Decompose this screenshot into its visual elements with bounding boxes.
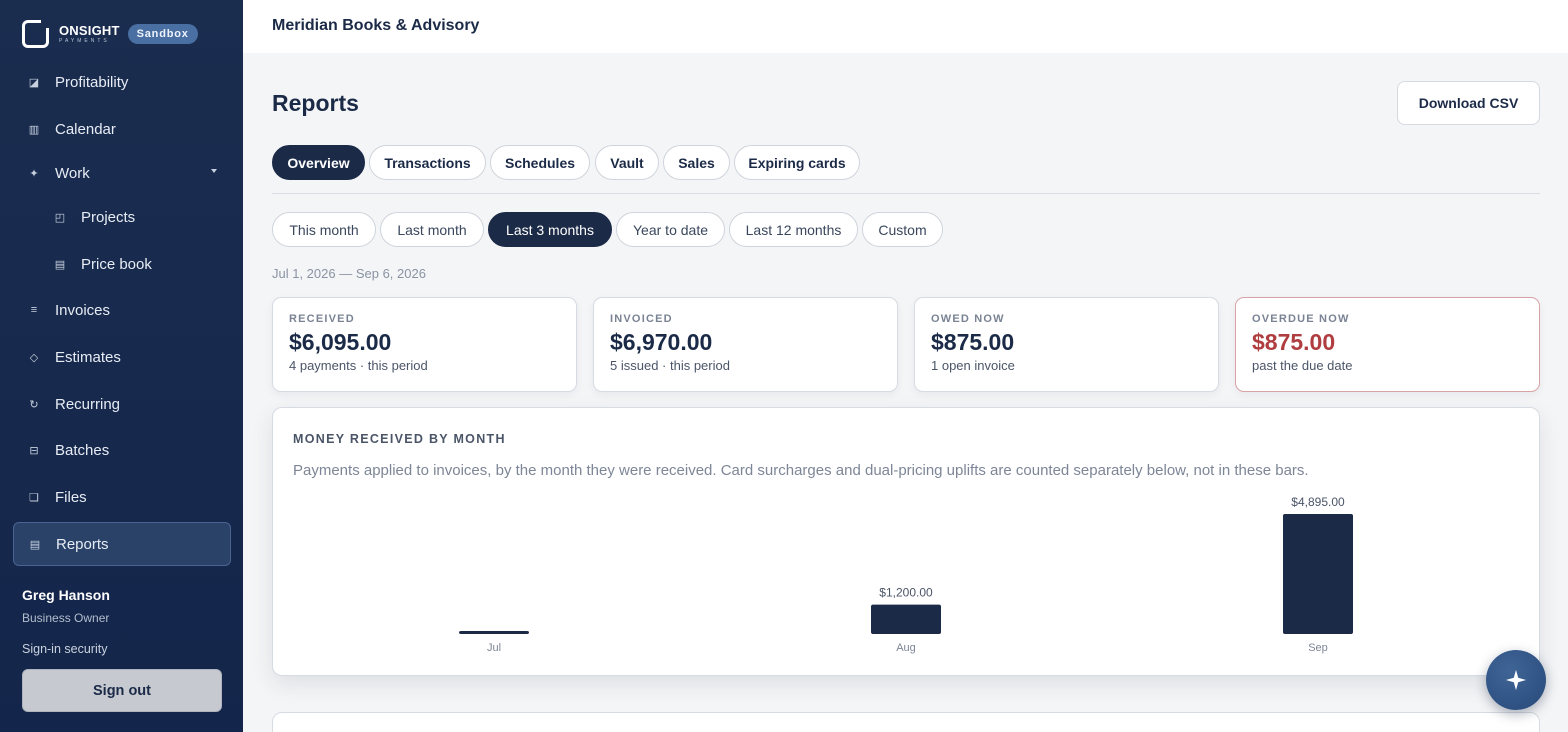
top-bar: Meridian Books & Advisory [243, 0, 1568, 53]
sidebar-item-profitability[interactable]: ◪ Profitability [13, 60, 231, 104]
estimates-icon: ◇ [29, 351, 39, 364]
bar-jul [459, 631, 529, 634]
sidebar-item-work[interactable]: ✦ Work [13, 151, 231, 195]
sidebar-item-label: Projects [81, 208, 136, 226]
sidebar-item-label: Estimates [55, 348, 121, 366]
onsight-logo-icon [22, 20, 49, 48]
sparkle-icon: ✦ [29, 167, 39, 180]
sidebar-item-label: Price book [81, 255, 152, 273]
organization-name: Meridian Books & Advisory [272, 17, 480, 34]
sidebar-item-estimates[interactable]: ◇ Estimates [13, 335, 231, 379]
card-note: 5 issued · this period [610, 358, 730, 373]
chart-icon: ◪ [28, 76, 40, 89]
sidebar-item-calendar[interactable]: ▥ Calendar [13, 107, 231, 151]
bar-chart: Jul Aug $1,200.00 Sep $4,895.00 [459, 495, 1353, 654]
invoices-icon: ≡ [30, 304, 38, 316]
brand-name: ONSIGHT [59, 22, 120, 38]
overdue-now-card: OVERDUE NOW $875.00 past the due date [1235, 297, 1540, 392]
owed-now-card: OWED NOW $875.00 1 open invoice [914, 297, 1219, 392]
bar-sep [1283, 514, 1353, 634]
sidebar-item-reports[interactable]: ▤ Reports [13, 522, 231, 566]
card-value: $875.00 [931, 329, 1015, 355]
sidebar-item-label: Files [55, 488, 87, 506]
assistant-button[interactable] [1486, 650, 1546, 710]
sidebar-item-invoices[interactable]: ≡ Invoices [13, 288, 231, 332]
sidebar-item-price-book[interactable]: ▤ Price book [13, 242, 231, 286]
sidebar-item-recurring[interactable]: ↻ Recurring [13, 382, 231, 426]
invoiced-card: INVOICED $6,970.00 5 issued · this perio… [593, 297, 898, 392]
card-label: INVOICED [610, 313, 673, 325]
recurring-icon: ↻ [29, 398, 39, 411]
user-name: Greg Hanson [22, 587, 110, 603]
page-title: Reports [272, 90, 359, 116]
x-tick-label: Aug [896, 642, 916, 654]
card-value: $875.00 [1252, 329, 1336, 355]
range-custom[interactable]: Custom [862, 212, 943, 247]
card-label: OWED NOW [931, 313, 1005, 325]
price-book-icon: ▤ [54, 258, 66, 271]
next-section-card [272, 712, 1540, 732]
range-last-month[interactable]: Last month [380, 212, 484, 247]
user-role: Business Owner [22, 611, 110, 625]
download-csv-button[interactable]: Download CSV [1397, 81, 1540, 125]
sidebar-item-label: Invoices [55, 301, 111, 319]
sidebar-item-label: Work [55, 164, 90, 182]
brand-wordmark: ONSIGHT PAYMENTS [59, 24, 120, 45]
tab-transactions[interactable]: Transactions [369, 145, 486, 180]
projects-icon: ◰ [54, 211, 66, 224]
tabs-divider [272, 193, 1540, 194]
sidebar-item-label: Recurring [55, 395, 121, 413]
money-received-chart-card: MONEY RECEIVED BY MONTH Payments applied… [272, 407, 1540, 676]
sidebar-item-label: Calendar [55, 120, 116, 138]
range-this-month[interactable]: This month [272, 212, 376, 247]
data-label: $4,895.00 [1291, 495, 1345, 509]
card-value: $6,095.00 [289, 329, 392, 355]
tab-sales[interactable]: Sales [663, 145, 730, 180]
reports-icon: ▤ [29, 538, 41, 551]
sparkle-icon [1505, 669, 1527, 691]
date-range-text: Jul 1, 2026 — Sep 6, 2026 [272, 266, 426, 281]
sandbox-badge: Sandbox [127, 24, 198, 44]
bar-aug [871, 604, 941, 634]
card-note: 4 payments · this period [289, 358, 428, 373]
sidebar-item-files[interactable]: ❏ Files [13, 475, 231, 519]
card-note: 1 open invoice [931, 358, 1015, 373]
brand-logo[interactable]: ONSIGHT PAYMENTS Sandbox [22, 19, 198, 49]
sidebar-item-label: Batches [55, 441, 110, 459]
sidebar-item-label: Reports [56, 535, 109, 553]
data-label: $1,200.00 [879, 586, 933, 600]
chevron-down-icon[interactable] [211, 169, 217, 173]
sign-out-button[interactable]: Sign out [22, 669, 222, 712]
range-last-3-months[interactable]: Last 3 months [488, 212, 612, 247]
tab-expiring-cards[interactable]: Expiring cards [734, 145, 860, 180]
sidebar: ONSIGHT PAYMENTS Sandbox ◪ Profitability… [0, 0, 243, 732]
batches-icon: ⊟ [29, 444, 39, 457]
sidebar-item-label: Profitability [55, 73, 129, 91]
sidebar-item-batches[interactable]: ⊟ Batches [13, 428, 231, 472]
card-note: past the due date [1252, 358, 1353, 373]
x-tick-label: Sep [1308, 642, 1328, 654]
tab-vault[interactable]: Vault [595, 145, 659, 180]
files-icon: ❏ [29, 491, 39, 504]
calendar-icon: ▥ [28, 123, 40, 136]
tab-overview[interactable]: Overview [272, 145, 365, 180]
sidebar-item-projects[interactable]: ◰ Projects [13, 195, 231, 239]
sign-in-security-link[interactable]: Sign-in security [22, 642, 107, 656]
range-last-12-months[interactable]: Last 12 months [729, 212, 858, 247]
card-label: RECEIVED [289, 313, 355, 325]
brand-sub: PAYMENTS [59, 37, 110, 44]
tab-schedules[interactable]: Schedules [490, 145, 590, 180]
card-value: $6,970.00 [610, 329, 713, 355]
range-year-to-date[interactable]: Year to date [616, 212, 725, 247]
card-label: OVERDUE NOW [1252, 313, 1350, 325]
x-tick-label: Jul [487, 642, 501, 654]
received-card: RECEIVED $6,095.00 4 payments · this per… [272, 297, 577, 392]
